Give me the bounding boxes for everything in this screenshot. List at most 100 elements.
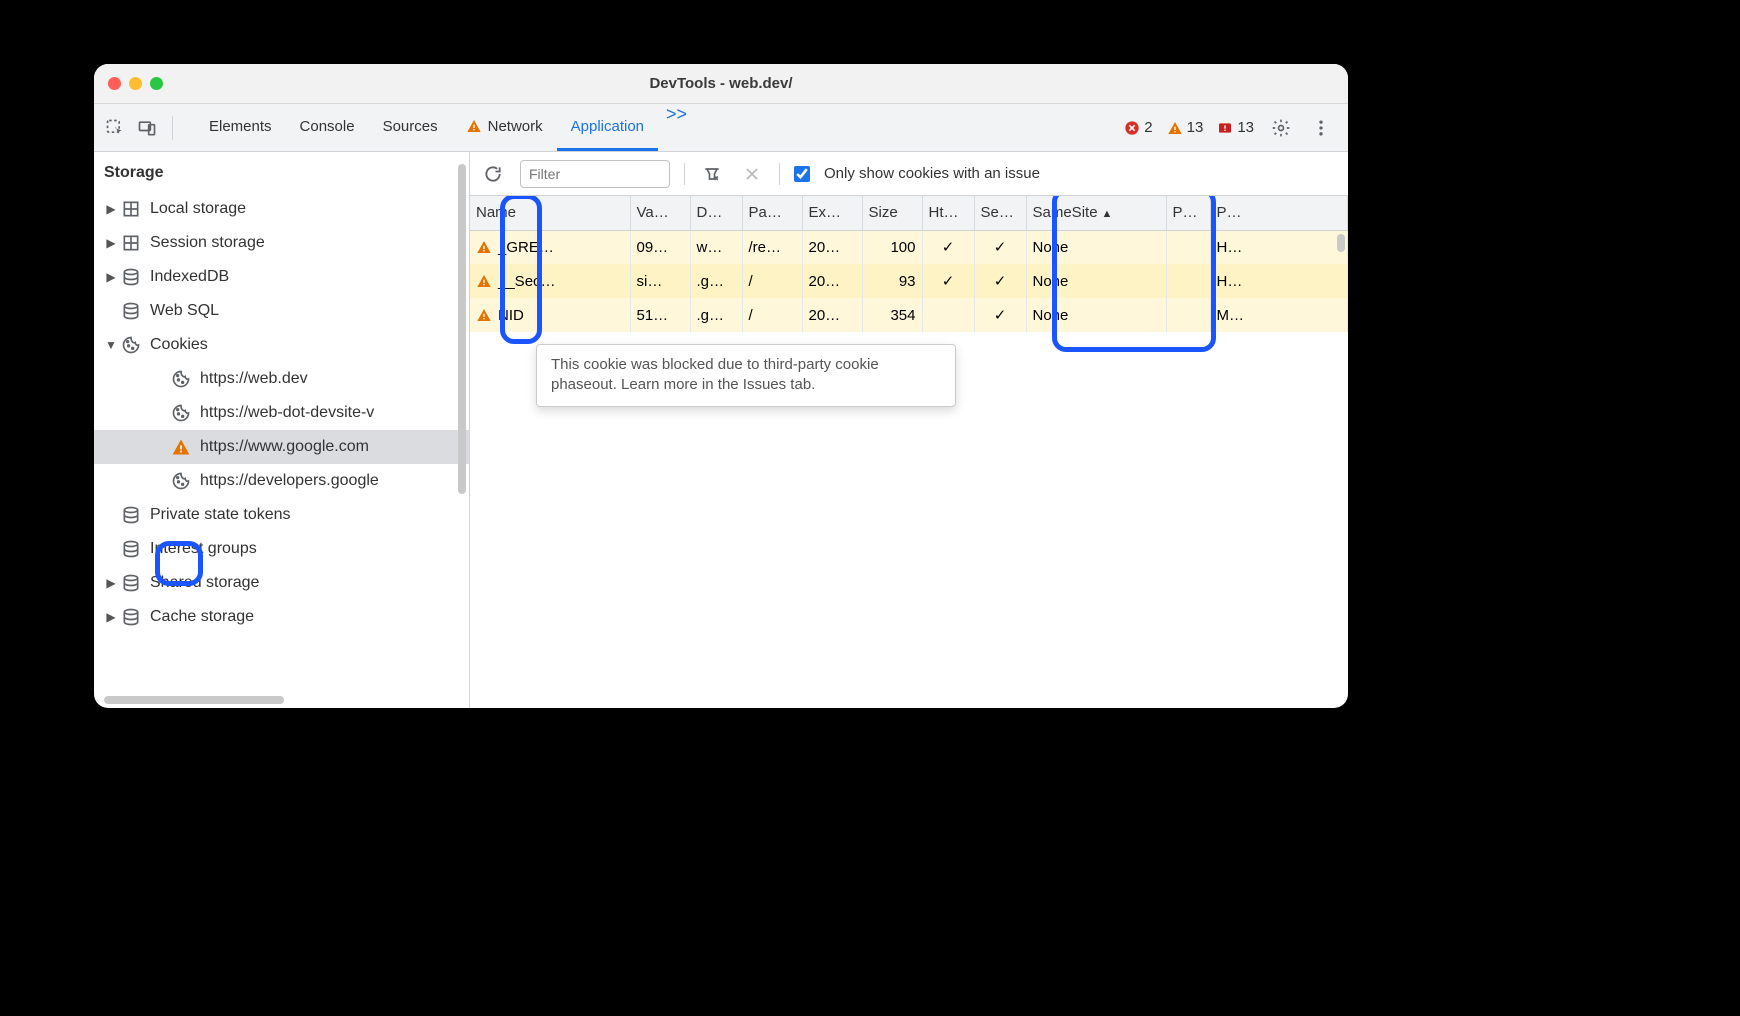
col-secure[interactable]: Se… [974, 196, 1026, 230]
cell-value: 51… [630, 298, 690, 332]
tree-item[interactable]: Web SQL [94, 294, 469, 328]
zoom-window-button[interactable] [150, 77, 163, 90]
cell-domain: .g… [690, 264, 742, 298]
col-priority[interactable]: P… [1210, 196, 1348, 230]
expand-arrow-icon[interactable]: ▶ [104, 270, 118, 284]
tree-item-label: https://www.google.com [200, 438, 369, 456]
grid-icon [120, 232, 142, 254]
col-domain[interactable]: D… [690, 196, 742, 230]
cell-size: 354 [862, 298, 922, 332]
kebab-menu-icon[interactable] [1308, 115, 1334, 141]
cell-path: / [742, 298, 802, 332]
cell-secure: ✓ [974, 230, 1026, 264]
devtools-window: DevTools - web.dev/ Elements Console Sou… [94, 64, 1348, 708]
cell-name: NID [470, 298, 630, 332]
cell-path: /re… [742, 230, 802, 264]
db-icon [120, 266, 142, 288]
col-expires[interactable]: Ex… [802, 196, 862, 230]
tab-network[interactable]: Network [452, 104, 557, 151]
tree-item-sub[interactable]: https://web.dev [94, 362, 469, 396]
expand-arrow-icon[interactable]: ▶ [104, 610, 118, 624]
tree-item[interactable]: ▶Shared storage [94, 566, 469, 600]
warning-count[interactable]: 13 [1167, 119, 1204, 136]
cell-partition [1166, 298, 1210, 332]
cell-secure: ✓ [974, 298, 1026, 332]
table-vertical-scrollbar[interactable] [1337, 234, 1345, 252]
warning-icon [476, 307, 492, 323]
issues-count[interactable]: 13 [1217, 119, 1254, 136]
col-value[interactable]: Va… [630, 196, 690, 230]
db-icon [120, 504, 142, 526]
tree-item[interactable]: ▶Cache storage [94, 600, 469, 634]
tab-elements[interactable]: Elements [195, 104, 286, 151]
cell-priority: H… [1210, 264, 1348, 298]
only-issues-label: Only show cookies with an issue [824, 165, 1040, 182]
tree-item-label: Web SQL [150, 302, 219, 320]
tree-item[interactable]: ▼Cookies [94, 328, 469, 362]
inspect-element-icon[interactable] [102, 115, 128, 141]
col-name[interactable]: Name [470, 196, 630, 230]
only-issues-checkbox[interactable] [794, 166, 810, 182]
separator [779, 163, 780, 185]
delete-icon[interactable] [739, 161, 765, 187]
cell-name: __Sec… [470, 264, 630, 298]
cookie-row[interactable]: __Sec…si….g…/20…93✓✓NoneH… [470, 264, 1348, 298]
separator [684, 163, 685, 185]
tree-item[interactable]: ▶ Session storage [94, 226, 469, 260]
minimize-window-button[interactable] [129, 77, 142, 90]
col-size[interactable]: Size [862, 196, 922, 230]
settings-icon[interactable] [1268, 115, 1294, 141]
cookie-row[interactable]: _GRE…09…w…/re…20…100✓✓NoneH… [470, 230, 1348, 264]
cookie-row[interactable]: NID51….g…/20…354✓NoneM… [470, 298, 1348, 332]
warning-icon [476, 239, 492, 255]
cell-priority: M… [1210, 298, 1348, 332]
cookies-panel: Only show cookies with an issue Name Va [470, 152, 1348, 708]
col-samesite[interactable]: SameSite▲ [1026, 196, 1166, 230]
sidebar-vertical-scrollbar[interactable] [458, 164, 466, 494]
tab-console[interactable]: Console [286, 104, 369, 151]
tree-item[interactable]: Private state tokens [94, 498, 469, 532]
table-header-row: Name Va… D… Pa… Ex… Size Ht… Se… SameSit… [470, 196, 1348, 230]
cell-partition [1166, 264, 1210, 298]
cell-value: 09… [630, 230, 690, 264]
error-count[interactable]: 2 [1124, 119, 1152, 136]
cell-expires: 20… [802, 230, 862, 264]
cookies-table-wrap: Name Va… D… Pa… Ex… Size Ht… Se… SameSit… [470, 196, 1348, 708]
filter-input[interactable] [520, 160, 670, 188]
cookie-icon [120, 334, 142, 356]
refresh-icon[interactable] [480, 161, 506, 187]
device-toolbar-icon[interactable] [134, 115, 160, 141]
sidebar-section-header: Storage [94, 160, 469, 192]
tab-application[interactable]: Application [557, 104, 658, 151]
tree-item-label: Session storage [150, 234, 265, 252]
tab-sources[interactable]: Sources [369, 104, 452, 151]
col-partition[interactable]: P… [1166, 196, 1210, 230]
tree-item[interactable]: Interest groups [94, 532, 469, 566]
tree-item-sub[interactable]: https://web-dot-devsite-v [94, 396, 469, 430]
tree-item[interactable]: ▶Local storage [94, 192, 469, 226]
cell-partition [1166, 230, 1210, 264]
window-controls [108, 77, 163, 90]
clear-filter-icon[interactable] [699, 161, 725, 187]
tree-item[interactable]: ▶IndexedDB [94, 260, 469, 294]
tree-item-sub[interactable]: https://developers.google [94, 464, 469, 498]
cookie-icon [170, 470, 192, 492]
cell-path: / [742, 264, 802, 298]
warning-icon [466, 118, 482, 134]
col-path[interactable]: Pa… [742, 196, 802, 230]
close-window-button[interactable] [108, 77, 121, 90]
warn-icon [170, 436, 192, 458]
sidebar-horizontal-scrollbar[interactable] [104, 696, 284, 704]
tree-item-label: https://developers.google [200, 472, 379, 490]
devtools-tabbar: Elements Console Sources Network Applica… [94, 104, 1348, 152]
expand-arrow-icon[interactable]: ▶ [104, 236, 118, 250]
tree-item-sub[interactable]: https://www.google.com [94, 430, 469, 464]
col-httponly[interactable]: Ht… [922, 196, 974, 230]
expand-arrow-icon[interactable]: ▶ [104, 576, 118, 590]
expand-arrow-icon[interactable]: ▼ [104, 338, 118, 352]
more-tabs-button[interactable]: >> [658, 104, 695, 151]
expand-arrow-icon[interactable]: ▶ [104, 202, 118, 216]
storage-tree: ▶Local storage▶Session storage▶IndexedDB… [94, 192, 469, 634]
cell-size: 100 [862, 230, 922, 264]
cookie-blocked-tooltip: This cookie was blocked due to third-par… [536, 344, 956, 407]
